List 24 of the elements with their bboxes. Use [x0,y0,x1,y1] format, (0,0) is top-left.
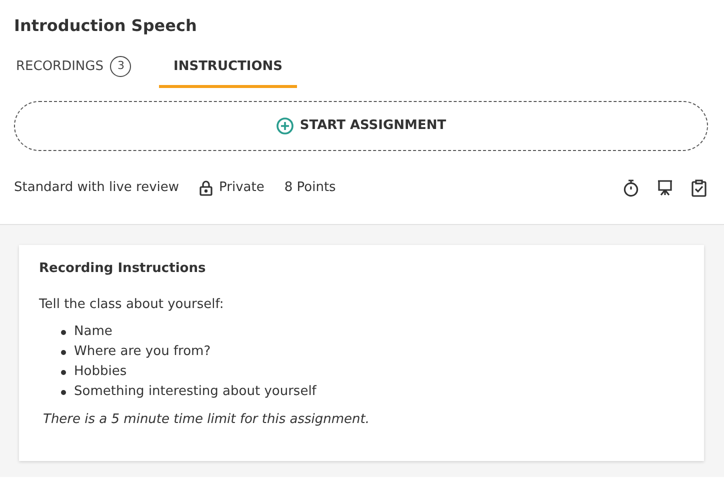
list-item-text: Something interesting about yourself [74,383,316,402]
meta-text: Standard with live review [14,178,180,197]
easel-icon[interactable] [656,178,674,196]
bullet-icon [61,370,66,374]
card-heading: Recording Instructions [39,260,207,278]
meta-text: Private [219,178,264,197]
note-text: There is a 5 minute time limit for this assignment. [43,411,370,429]
intro-text: Tell the class about yourself: [39,296,225,314]
list-item-text: Hobbies [74,363,127,382]
page-title: Introduction Speech [14,15,198,36]
list-item-text: Where are you from? [74,343,211,362]
bullet-icon [61,350,66,354]
bullet-icon [61,390,66,394]
lock-icon [199,180,214,196]
count-badge: 3 [110,56,132,77]
list-item-text: Name [74,323,112,342]
start-assignment-button[interactable]: START ASSIGNMENT [14,101,708,151]
plus-circle-icon [276,117,294,135]
stopwatch-icon[interactable] [622,178,640,196]
bullet-icon [61,330,66,334]
tab[interactable]: RECORDINGS 3 [2,52,146,88]
clipboard-check-icon[interactable] [690,178,708,196]
meta-text: 8 Points [284,178,336,197]
tab[interactable]: INSTRUCTIONS [159,52,297,88]
